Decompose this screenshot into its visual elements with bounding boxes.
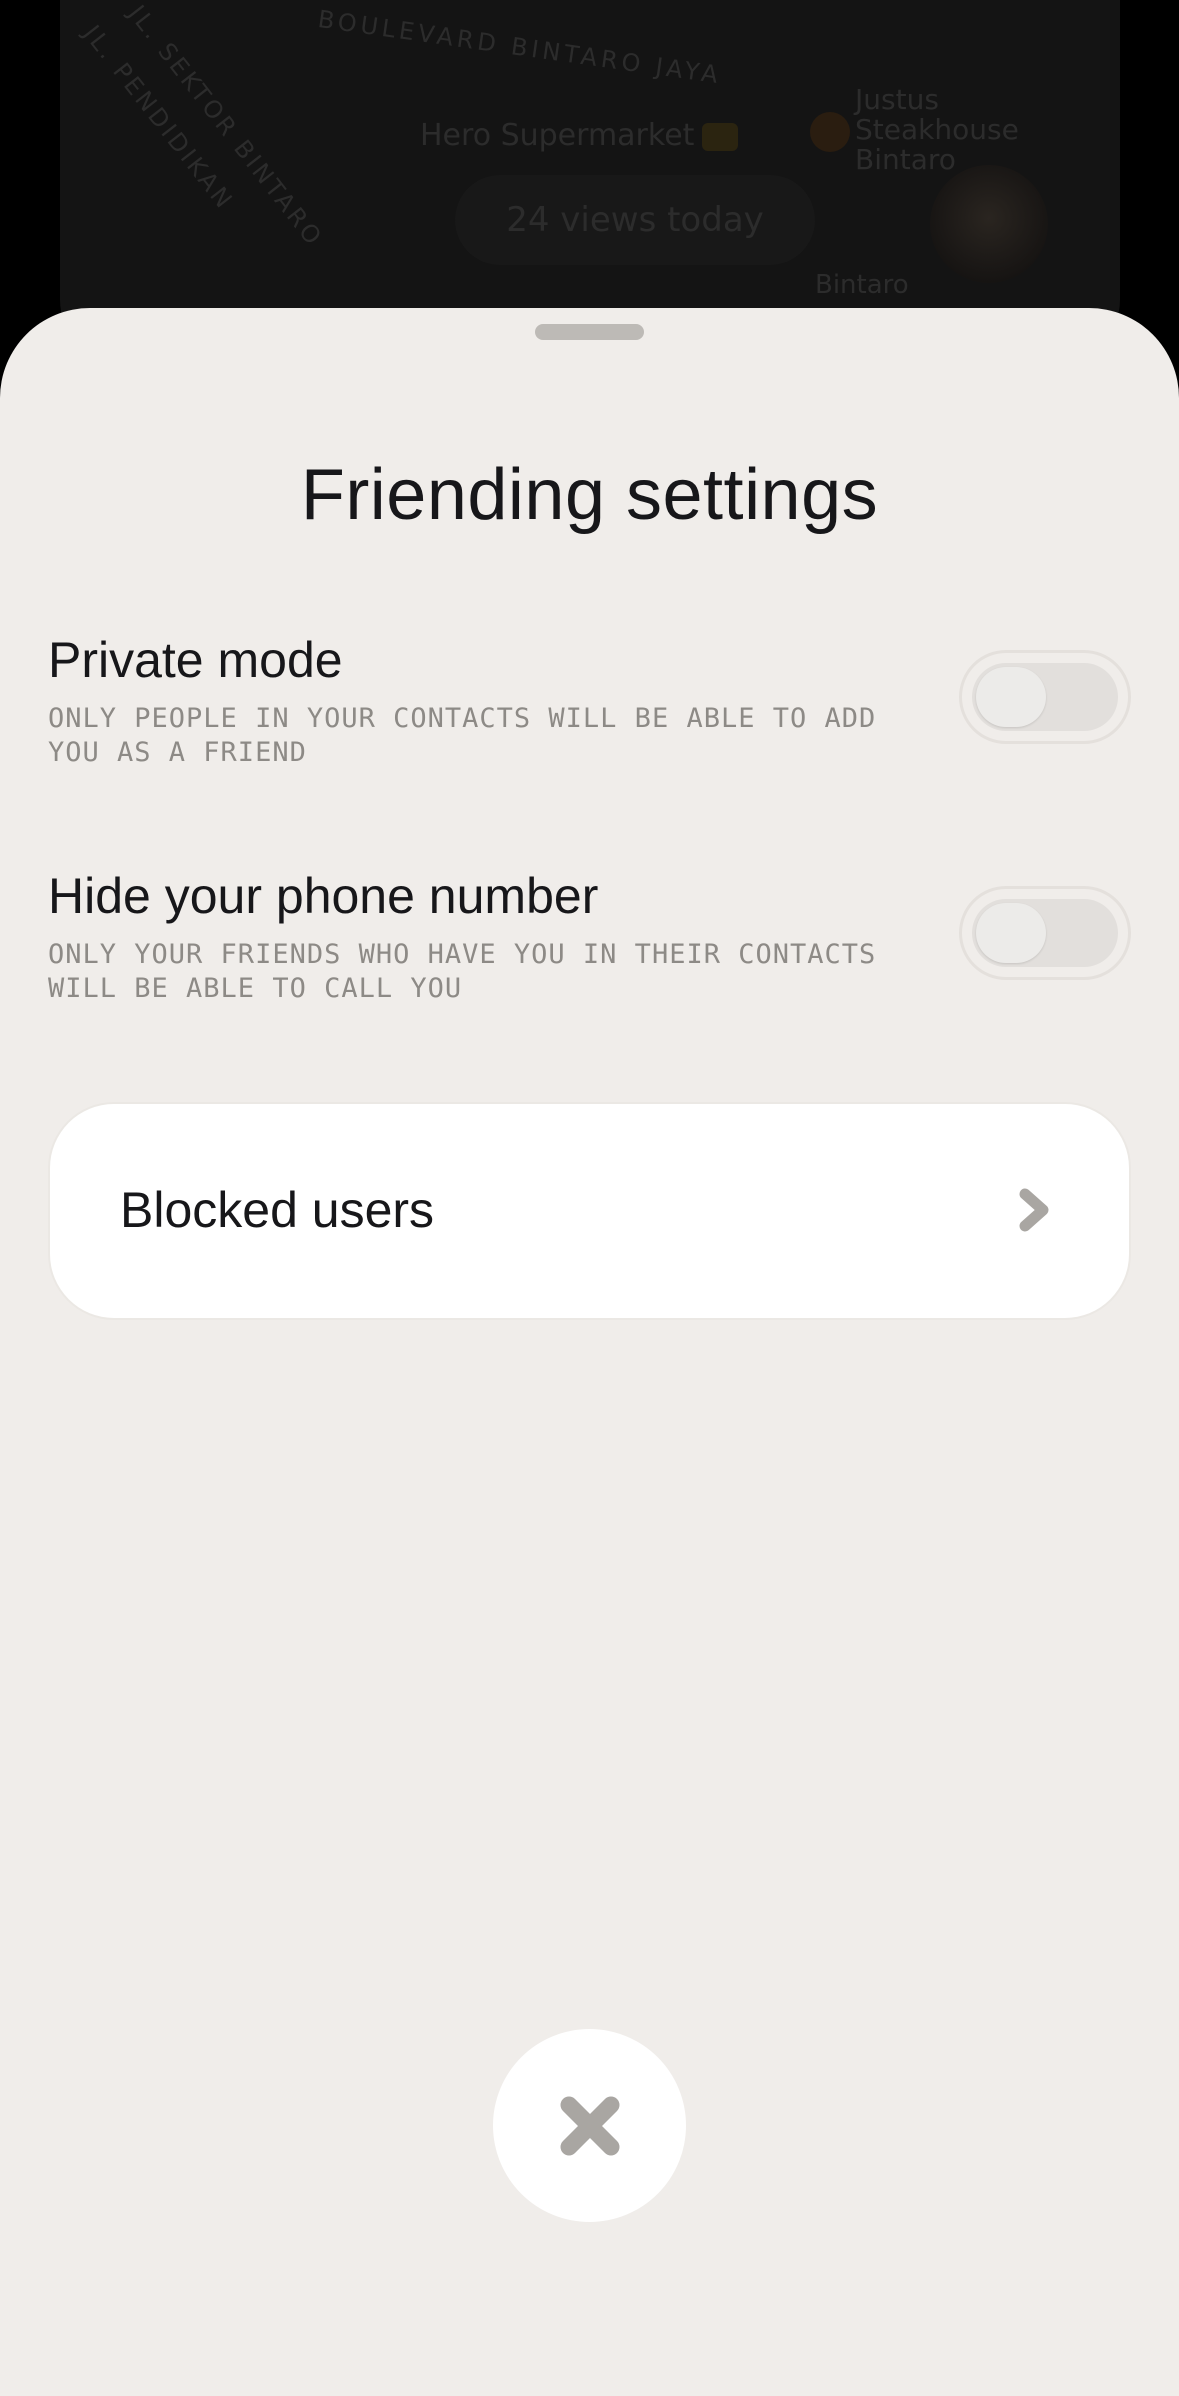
toggle-knob (976, 903, 1046, 963)
setting-private-mode: Private mode ONLY PEOPLE IN YOUR CONTACT… (48, 630, 1131, 770)
screen: JL. PENDIDIKAN JL. SEKTOR BINTARO BOULEV… (0, 0, 1179, 2396)
shopping-cart-icon (702, 122, 739, 151)
toggle-track (972, 899, 1118, 967)
blocked-users-label: Blocked users (120, 1182, 435, 1238)
page-title: Friending settings (300, 455, 879, 535)
chevron-right-icon (1019, 1188, 1049, 1232)
avatar (930, 165, 1048, 283)
setting-description: ONLY PEOPLE IN YOUR CONTACTS WILL BE ABL… (48, 703, 877, 768)
toggle-track (972, 663, 1118, 731)
setting-description: ONLY YOUR FRIENDS WHO HAVE YOU IN THEIR … (48, 939, 877, 1004)
map-preview-card: JL. PENDIDIKAN JL. SEKTOR BINTARO BOULEV… (60, 0, 1120, 360)
blocked-users-button[interactable]: Blocked users (50, 1104, 1129, 1318)
map-place-label: Justus Steakhouse Bintaro (855, 83, 1019, 176)
restaurant-icon (810, 112, 850, 152)
hide-phone-number-toggle[interactable] (959, 886, 1131, 980)
setting-hide-phone-number: Hide your phone number ONLY YOUR FRIENDS… (48, 866, 1131, 1006)
friending-settings-sheet: Friending settings Private mode ONLY PEO… (0, 308, 1179, 2396)
sheet-grabber[interactable] (535, 324, 644, 340)
toggle-knob (976, 667, 1046, 727)
map-place-label: Bintaro (815, 270, 909, 300)
private-mode-toggle[interactable] (959, 650, 1131, 744)
close-icon (560, 2096, 620, 2156)
close-button[interactable] (493, 2029, 686, 2222)
map-place-label: Hero Supermarket (420, 118, 739, 153)
views-pill: 24 views today (455, 175, 815, 265)
map-road-label: BOULEVARD BINTARO JAYA (316, 5, 724, 90)
